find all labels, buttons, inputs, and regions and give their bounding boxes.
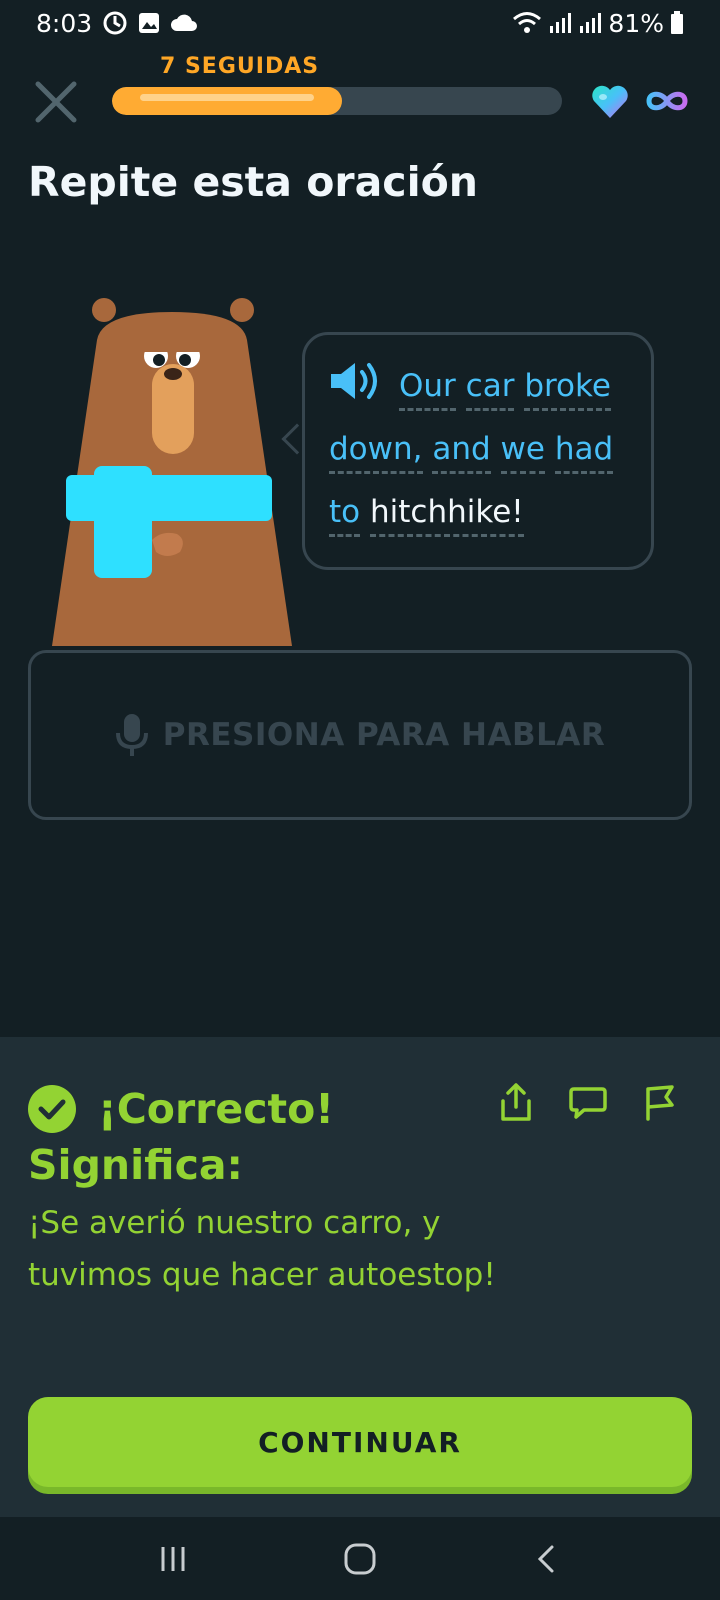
word-token-new[interactable]: hitchhike! xyxy=(369,494,524,537)
share-icon[interactable] xyxy=(496,1081,536,1123)
status-time: 8:03 xyxy=(36,8,93,38)
report-flag-icon[interactable] xyxy=(640,1081,680,1123)
cloud-icon xyxy=(170,13,198,33)
word-token[interactable]: we xyxy=(500,431,545,474)
signal-icon xyxy=(548,12,572,34)
progress-fill xyxy=(112,87,342,115)
recent-apps-icon[interactable] xyxy=(143,1529,203,1589)
battery-icon xyxy=(670,11,684,35)
gallery-icon xyxy=(138,12,160,34)
microphone-icon xyxy=(115,713,149,757)
prompt-sentence: Our car broke down, and we had to hitchh… xyxy=(329,355,629,544)
word-token[interactable]: down, xyxy=(329,431,423,474)
word-token[interactable]: to xyxy=(329,494,361,537)
battery-percent: 81% xyxy=(608,8,664,38)
sync-icon xyxy=(102,10,128,36)
press-to-speak-button[interactable]: PRESIONA PARA HABLAR xyxy=(28,650,692,820)
word-token[interactable]: broke xyxy=(524,368,611,411)
word-token[interactable]: had xyxy=(554,431,614,474)
continue-label: CONTINUAR xyxy=(258,1425,462,1459)
speech-bubble: Our car broke down, and we had to hitchh… xyxy=(302,332,654,570)
lesson-header: 7 SEGUIDAS xyxy=(0,54,720,134)
progress-bar xyxy=(112,87,562,115)
speaker-icon[interactable] xyxy=(329,360,385,402)
press-to-speak-label: PRESIONA PARA HABLAR xyxy=(162,717,606,753)
close-icon[interactable] xyxy=(30,76,82,128)
word-token[interactable]: Our xyxy=(399,368,456,411)
comment-icon[interactable] xyxy=(568,1081,608,1123)
home-icon[interactable] xyxy=(330,1529,390,1589)
word-token[interactable]: and xyxy=(432,431,491,474)
translation-text: ¡Se averió nuestro carro, y tuvimos que … xyxy=(28,1205,496,1293)
feedback-panel: ¡Correcto! Significa: ¡Se averió nuestro… xyxy=(0,1037,720,1517)
signal-icon-2 xyxy=(578,12,602,34)
infinity-icon[interactable] xyxy=(644,86,690,116)
progress-shine xyxy=(140,94,314,101)
status-bar: 8:03 81% xyxy=(0,0,720,46)
prompt-line-2: down, and we had xyxy=(329,418,629,481)
meaning-label: Significa: xyxy=(28,1141,243,1189)
prompt-line-1: Our car broke xyxy=(329,355,629,418)
prompt-line-3: to hitchhike! xyxy=(329,481,629,544)
streak-label: 7 SEGUIDAS xyxy=(160,54,320,79)
heart-icon[interactable] xyxy=(590,82,630,122)
check-circle-icon xyxy=(28,1085,76,1133)
page-title: Repite esta oración xyxy=(28,158,478,206)
status-right: 81% xyxy=(512,9,684,38)
feedback-actions xyxy=(496,1081,680,1123)
back-icon[interactable] xyxy=(517,1529,577,1589)
word-token[interactable]: car xyxy=(465,368,515,411)
system-nav-bar xyxy=(0,1517,720,1600)
continue-button[interactable]: CONTINUAR xyxy=(28,1397,692,1487)
wifi-icon xyxy=(512,11,542,35)
correct-label: ¡Correcto! xyxy=(98,1085,334,1133)
status-left: 8:03 xyxy=(36,9,198,38)
bear-character xyxy=(52,290,302,646)
